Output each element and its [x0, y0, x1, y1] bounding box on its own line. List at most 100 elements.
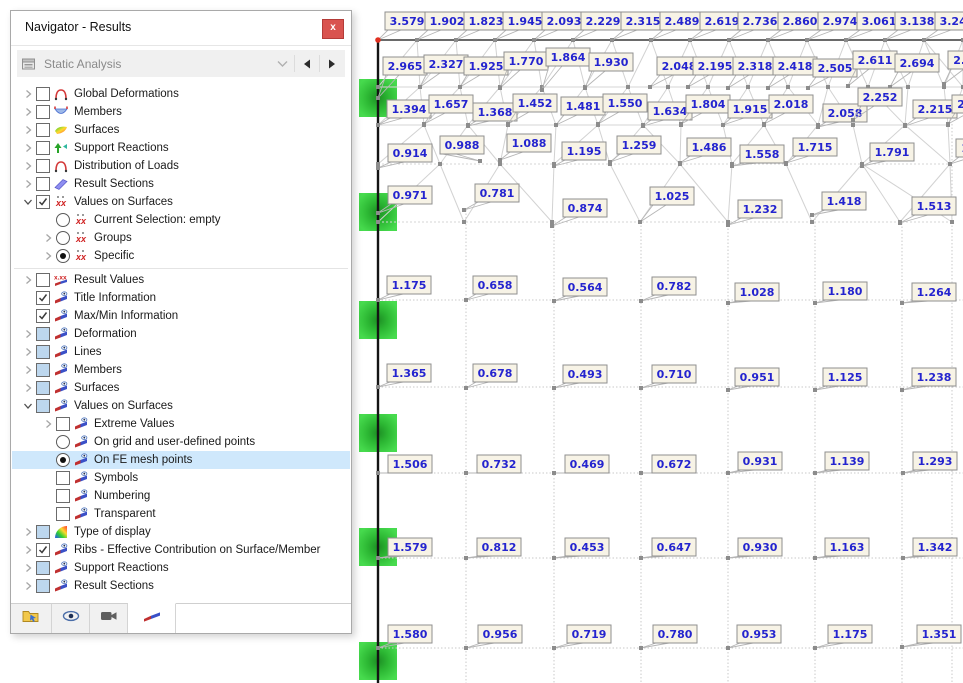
checkbox-unchecked[interactable]	[36, 177, 50, 191]
expand-arrow-icon[interactable]	[19, 105, 36, 119]
chevron-down-icon[interactable]	[273, 54, 291, 74]
expand-arrow-icon[interactable]	[19, 141, 36, 155]
tree-item-symbols[interactable]: Symbols	[12, 469, 350, 487]
radio-button-off[interactable]	[56, 231, 70, 245]
fe-node-dot	[813, 301, 817, 305]
tree-item-numbering[interactable]: Numbering	[12, 487, 350, 505]
checkbox-partial[interactable]	[36, 381, 50, 395]
expand-arrow-icon[interactable]	[19, 363, 36, 377]
checkbox-unchecked[interactable]	[36, 159, 50, 173]
tree-item-label: Distribution of Loads	[74, 160, 179, 172]
tree-item-extreme-values[interactable]: Extreme Values	[12, 415, 350, 433]
tree-item-result-sections[interactable]: Result Sections	[12, 175, 350, 193]
expand-arrow-icon[interactable]	[19, 159, 36, 173]
checkbox-partial[interactable]	[36, 561, 50, 575]
tree-item-members[interactable]: Members	[12, 103, 350, 121]
navigator-tab-camera[interactable]	[90, 603, 128, 633]
tree-item-surfaces[interactable]: Surfaces	[12, 121, 350, 139]
value-leader-line	[534, 30, 558, 40]
tree-item-result-values[interactable]: x.xxResult Values	[12, 271, 350, 289]
expand-arrow-icon[interactable]	[19, 561, 36, 575]
collapse-arrow-icon[interactable]	[19, 195, 36, 209]
checkbox-unchecked[interactable]	[56, 489, 70, 503]
expand-arrow-icon[interactable]	[19, 177, 36, 191]
tree-item-ribs-effective-contribution-on-surface-member[interactable]: Ribs - Effective Contribution on Surface…	[12, 541, 350, 559]
fe-node-dot	[721, 123, 725, 127]
radio-button-on[interactable]	[56, 249, 70, 263]
tree-item-max-min-information[interactable]: Max/Min Information	[12, 307, 350, 325]
checkbox-partial[interactable]	[36, 525, 50, 539]
expand-arrow-icon[interactable]	[39, 231, 56, 245]
checkbox-checked[interactable]	[36, 309, 50, 323]
checkbox-unchecked[interactable]	[36, 273, 50, 287]
members-result-icon	[53, 105, 72, 119]
navigator-tab-results-diagram[interactable]	[128, 603, 176, 633]
tree-item-global-deformations[interactable]: Global Deformations	[12, 85, 350, 103]
close-button[interactable]: x	[322, 19, 344, 39]
tree-item-surfaces[interactable]: Surfaces	[12, 379, 350, 397]
expand-arrow-icon[interactable]	[39, 249, 56, 263]
expand-arrow-icon[interactable]	[19, 123, 36, 137]
checkbox-unchecked[interactable]	[36, 123, 50, 137]
tree-item-distribution-of-loads[interactable]: Distribution of Loads	[12, 157, 350, 175]
checkbox-unchecked[interactable]	[56, 417, 70, 431]
tree-item-members[interactable]: Members	[12, 361, 350, 379]
checkbox-partial[interactable]	[36, 345, 50, 359]
load-distribution-icon	[53, 159, 72, 173]
checkbox-partial[interactable]	[36, 399, 50, 413]
tree-item-current-selection-empty[interactable]: xxCurrent Selection: empty	[12, 211, 350, 229]
tree-item-transparent[interactable]: Transparent	[12, 505, 350, 523]
previous-case-button[interactable]	[298, 54, 316, 74]
tree-item-groups[interactable]: xxGroups	[12, 229, 350, 247]
navigator-tab-visibility-eye[interactable]	[52, 603, 90, 633]
mesh-value-label: 0.931	[743, 455, 778, 468]
tree-item-support-reactions[interactable]: Support Reactions	[12, 139, 350, 157]
radio-button-off[interactable]	[56, 435, 70, 449]
checkbox-checked[interactable]	[36, 195, 50, 209]
checkbox-unchecked[interactable]	[36, 141, 50, 155]
checkbox-partial[interactable]	[36, 579, 50, 593]
checkbox-unchecked[interactable]	[36, 105, 50, 119]
expand-arrow-icon[interactable]	[19, 381, 36, 395]
tree-item-lines[interactable]: Lines	[12, 343, 350, 361]
expander-spacer	[39, 471, 56, 485]
result-case-selector[interactable]: Static Analysis	[17, 50, 345, 77]
expand-arrow-icon[interactable]	[39, 417, 56, 431]
radio-button-off[interactable]	[56, 213, 70, 227]
radio-button-on[interactable]	[56, 453, 70, 467]
panel-titlebar[interactable]: Navigator - Results x	[11, 11, 351, 46]
tree-item-on-fe-mesh-points[interactable]: On FE mesh points	[12, 451, 350, 469]
checkbox-checked[interactable]	[36, 291, 50, 305]
tree-item-on-grid-and-user-defined-points[interactable]: On grid and user-defined points	[12, 433, 350, 451]
tree-item-specific[interactable]: xxSpecific	[12, 247, 350, 265]
tree-item-deformation[interactable]: Deformation	[12, 325, 350, 343]
mesh-value-label: 2.318	[738, 60, 773, 73]
tree-item-values-on-surfaces[interactable]: Values on Surfaces	[12, 397, 350, 415]
expand-arrow-icon[interactable]	[19, 543, 36, 557]
expand-arrow-icon[interactable]	[19, 87, 36, 101]
mesh-value-label: 1.715	[798, 141, 833, 154]
tree-item-result-sections[interactable]: Result Sections	[12, 577, 350, 595]
expand-arrow-icon[interactable]	[19, 273, 36, 287]
checkbox-unchecked[interactable]	[56, 471, 70, 485]
expand-arrow-icon[interactable]	[19, 579, 36, 593]
flag-eye-icon	[53, 327, 72, 341]
collapse-arrow-icon[interactable]	[19, 399, 36, 413]
checkbox-partial[interactable]	[36, 327, 50, 341]
checkbox-partial[interactable]	[36, 363, 50, 377]
tree-item-values-on-surfaces[interactable]: xxValues on Surfaces	[12, 193, 350, 211]
tree-item-label: Symbols	[94, 472, 138, 484]
mesh-value-label: 1.175	[392, 279, 427, 292]
navigator-tab-panel-manager[interactable]	[11, 603, 52, 633]
checkbox-unchecked[interactable]	[36, 87, 50, 101]
next-case-button[interactable]	[323, 54, 341, 74]
tree-item-title-information[interactable]: Title Information	[12, 289, 350, 307]
tree-item-support-reactions[interactable]: Support Reactions	[12, 559, 350, 577]
checkbox-unchecked[interactable]	[56, 507, 70, 521]
expand-arrow-icon[interactable]	[19, 345, 36, 359]
expand-arrow-icon[interactable]	[19, 525, 36, 539]
tree-item-type-of-display[interactable]: Type of display	[12, 523, 350, 541]
expand-arrow-icon[interactable]	[19, 327, 36, 341]
mesh-value-label: 0.988	[445, 139, 480, 152]
checkbox-checked[interactable]	[36, 543, 50, 557]
